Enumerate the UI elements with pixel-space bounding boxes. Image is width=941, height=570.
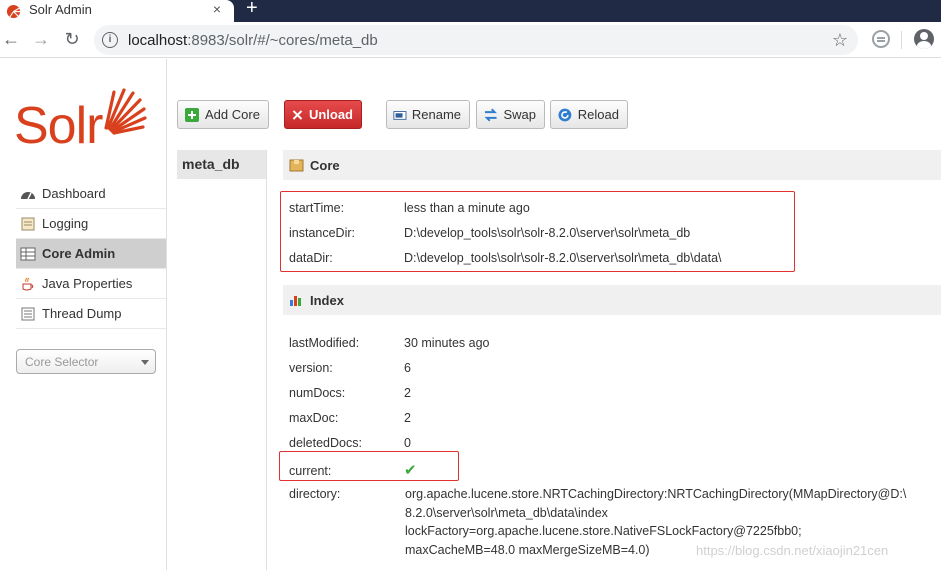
add-core-label: Add Core bbox=[205, 107, 260, 122]
field-value: 6 bbox=[404, 361, 411, 375]
tab-close-icon[interactable]: × bbox=[206, 1, 228, 17]
java-icon bbox=[22, 277, 34, 290]
field-current: current: ✔ bbox=[289, 461, 417, 479]
sidebar-item-label: Java Properties bbox=[42, 276, 133, 291]
core-section-header: Core bbox=[283, 150, 941, 180]
core-selector-placeholder: Core Selector bbox=[25, 354, 99, 369]
core-list-item[interactable]: meta_db bbox=[177, 150, 266, 179]
field-key: maxDoc: bbox=[289, 411, 339, 425]
browser-toolbar: ← → ↻ i localhost:8983/solr/#/~cores/met… bbox=[0, 22, 941, 58]
logo-text: Solr bbox=[14, 97, 103, 155]
field-start-time: startTime: less than a minute ago bbox=[289, 201, 530, 215]
swap-label: Swap bbox=[503, 107, 536, 122]
checkmark-icon: ✔ bbox=[404, 462, 417, 479]
solr-favicon-icon bbox=[6, 4, 21, 18]
profile-avatar-icon[interactable] bbox=[914, 29, 934, 49]
core-list: meta_db bbox=[177, 150, 267, 570]
field-key: version: bbox=[289, 361, 333, 375]
bar-chart-icon bbox=[290, 296, 301, 306]
unload-x-icon bbox=[292, 109, 303, 120]
field-key: directory: bbox=[289, 487, 341, 501]
reload-icon[interactable]: ↻ bbox=[61, 28, 83, 50]
field-value: D:\develop_tools\solr\solr-8.2.0\server\… bbox=[404, 251, 722, 265]
solr-sunburst-icon bbox=[104, 88, 147, 135]
sidebar-item-logging[interactable]: Logging bbox=[16, 209, 166, 239]
tab-title: Solr Admin bbox=[29, 1, 92, 17]
field-key: deletedDocs: bbox=[289, 436, 362, 450]
core-section-title: Core bbox=[310, 157, 340, 173]
unload-button[interactable]: Unload bbox=[284, 100, 362, 129]
field-directory-key: directory: bbox=[289, 487, 404, 501]
directory-line: lockFactory=org.apache.lucene.store.Nati… bbox=[405, 524, 802, 538]
index-section-header: Index bbox=[283, 285, 941, 315]
field-last-modified: lastModified: 30 minutes ago bbox=[289, 336, 489, 350]
url-text[interactable]: localhost:8983/solr/#/~cores/meta_db bbox=[128, 32, 832, 49]
field-key: lastModified: bbox=[289, 336, 360, 350]
solr-logo[interactable]: Solr bbox=[14, 86, 147, 156]
swap-button[interactable]: Swap bbox=[476, 100, 545, 129]
sidebar: Solr Dashboard Logging Core Admin Java P… bbox=[0, 59, 167, 570]
sidebar-item-label: Thread Dump bbox=[42, 306, 122, 321]
sidebar-item-label: Core Admin bbox=[42, 246, 116, 261]
chevron-down-icon bbox=[141, 360, 149, 365]
reload-button[interactable]: Reload bbox=[550, 100, 628, 129]
field-value: less than a minute ago bbox=[404, 201, 530, 215]
field-key: startTime: bbox=[289, 201, 345, 215]
field-key: current: bbox=[289, 464, 332, 478]
sidebar-item-thread-dump[interactable]: Thread Dump bbox=[16, 299, 166, 329]
directory-line: 8.2.0\server\solr\meta_db\data\index bbox=[405, 505, 608, 520]
field-value: 0 bbox=[404, 436, 411, 450]
unload-label: Unload bbox=[308, 107, 353, 122]
forward-arrow-icon[interactable]: → bbox=[30, 28, 52, 50]
field-key: dataDir: bbox=[289, 251, 333, 265]
sidebar-item-core-admin[interactable]: Core Admin bbox=[16, 239, 166, 269]
add-core-button[interactable]: Add Core bbox=[177, 100, 269, 129]
site-info-icon[interactable]: i bbox=[102, 32, 118, 48]
new-tab-button[interactable]: + bbox=[246, 0, 258, 20]
swap-icon bbox=[484, 108, 497, 121]
sidebar-nav: Dashboard Logging Core Admin Java Proper… bbox=[16, 179, 166, 329]
watermark: https://blog.csdn.net/xiaojin21cen bbox=[696, 543, 889, 558]
field-key: numDocs: bbox=[289, 386, 346, 400]
core-selector-dropdown[interactable]: Core Selector bbox=[16, 349, 156, 374]
toolbar-divider bbox=[901, 31, 902, 49]
field-value: 2 bbox=[404, 386, 411, 400]
field-data-dir: dataDir: D:\develop_tools\solr\solr-8.2.0… bbox=[289, 251, 722, 265]
field-value: 30 minutes ago bbox=[404, 336, 490, 350]
sidebar-item-label: Dashboard bbox=[42, 186, 106, 201]
field-instance-dir: instanceDir: D:\develop_tools\solr\solr-8… bbox=[289, 226, 690, 240]
extension-icon[interactable] bbox=[872, 30, 890, 48]
sidebar-item-dashboard[interactable]: Dashboard bbox=[16, 179, 166, 209]
sidebar-item-label: Logging bbox=[42, 216, 89, 231]
field-key: instanceDir: bbox=[289, 226, 355, 240]
sidebar-item-java-properties[interactable]: Java Properties bbox=[16, 269, 166, 299]
field-version: version: 6 bbox=[289, 361, 411, 375]
address-bar[interactable]: i localhost:8983/solr/#/~cores/meta_db ☆ bbox=[94, 25, 858, 55]
field-deleted-docs: deletedDocs: 0 bbox=[289, 436, 411, 450]
reload-label: Reload bbox=[577, 107, 619, 122]
index-section-title: Index bbox=[310, 292, 344, 308]
back-arrow-icon[interactable]: ← bbox=[0, 28, 22, 50]
browser-tab[interactable]: Solr Admin × bbox=[0, 0, 234, 22]
field-value: 2 bbox=[404, 411, 411, 425]
thread-dump-icon bbox=[21, 307, 35, 320]
logging-icon bbox=[21, 217, 35, 230]
bookmark-star-icon[interactable]: ☆ bbox=[832, 30, 848, 51]
core-admin-icon bbox=[20, 247, 36, 260]
rename-button[interactable]: Rename bbox=[386, 100, 470, 129]
field-value: D:\develop_tools\solr\solr-8.2.0\server\… bbox=[404, 226, 691, 240]
add-icon bbox=[185, 107, 199, 122]
field-max-doc: maxDoc: 2 bbox=[289, 411, 411, 425]
browser-tabstrip: Solr Admin × + bbox=[0, 0, 941, 22]
rename-label: Rename bbox=[411, 107, 461, 122]
rename-icon bbox=[393, 110, 407, 120]
directory-line: org.apache.lucene.store.NRTCachingDirect… bbox=[405, 487, 907, 501]
core-box-icon bbox=[289, 159, 304, 172]
dashboard-icon bbox=[21, 191, 35, 199]
field-num-docs: numDocs: 2 bbox=[289, 386, 411, 400]
reload-circle-icon bbox=[558, 108, 572, 121]
